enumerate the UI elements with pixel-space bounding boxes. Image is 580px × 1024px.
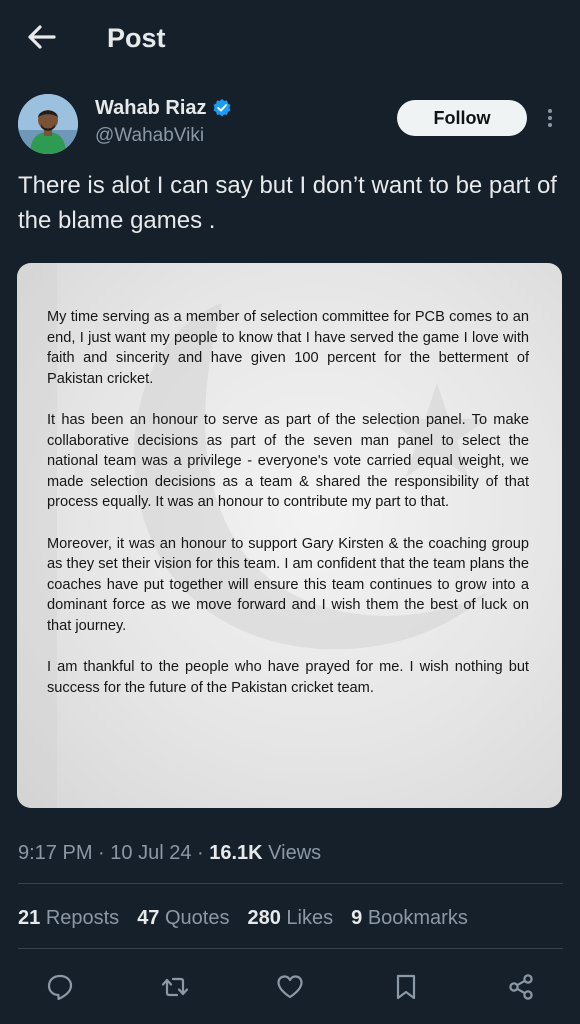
likes-stat[interactable]: 280 Likes — [247, 905, 333, 931]
meta-separator: · — [92, 842, 111, 864]
author-handle[interactable]: @WahabViki — [95, 124, 204, 148]
statement-paragraph: I am thankful to the people who have pra… — [47, 659, 529, 696]
author-header: Wahab Riaz @WahabViki Follow — [0, 90, 580, 160]
bookmarks-count: 9 — [351, 907, 363, 929]
more-vertical-icon[interactable] — [540, 106, 560, 130]
quotes-stat[interactable]: 47 Quotes — [137, 905, 229, 931]
engagement-stats: 21 Reposts 47 Quotes 280 Likes 9 Bookmar… — [18, 905, 468, 931]
statement-image[interactable]: My time serving as a member of selection… — [17, 263, 562, 808]
author-name[interactable]: Wahab Riaz — [95, 96, 207, 120]
views-count: 16.1K — [209, 842, 263, 864]
statement-text: My time serving as a member of selection… — [47, 307, 529, 719]
quotes-label: Quotes — [165, 907, 230, 929]
likes-count: 280 — [247, 907, 281, 929]
follow-button[interactable]: Follow — [397, 100, 527, 136]
reposts-count: 21 — [18, 907, 41, 929]
bookmark-icon[interactable] — [391, 972, 421, 1002]
page-title: Post — [107, 23, 166, 53]
bookmarks-stat[interactable]: 9 Bookmarks — [351, 905, 468, 931]
meta-separator: · — [191, 842, 210, 864]
repost-icon[interactable] — [160, 972, 190, 1002]
quotes-count: 47 — [137, 907, 160, 929]
share-icon[interactable] — [506, 972, 536, 1002]
reply-icon[interactable] — [45, 972, 75, 1002]
back-arrow-icon[interactable] — [24, 20, 58, 54]
reposts-label: Reposts — [45, 907, 120, 929]
statement-paragraph: Moreover, it was an honour to support Ga… — [47, 535, 529, 634]
avatar[interactable] — [18, 94, 78, 154]
post-time[interactable]: 9:17 PM — [18, 842, 92, 864]
verified-badge-icon — [212, 98, 232, 118]
top-bar: Post — [0, 0, 580, 76]
tweet-text: There is alot I can say but I don’t want… — [18, 172, 557, 234]
post-date[interactable]: 10 Jul 24 — [110, 842, 191, 864]
divider — [18, 948, 563, 949]
post-meta: 9:17 PM · 10 Jul 24 · 16.1K Views — [18, 840, 321, 866]
views-label: Views — [268, 842, 322, 864]
statement-paragraph: It has been an honour to serve as part o… — [47, 411, 529, 511]
action-bar — [0, 962, 580, 1012]
heart-icon[interactable] — [275, 972, 305, 1002]
likes-label: Likes — [286, 907, 334, 929]
divider — [18, 883, 563, 884]
statement-paragraph: My time serving as a member of selection… — [47, 309, 529, 387]
author-name-row: Wahab Riaz — [95, 96, 232, 120]
bookmarks-label: Bookmarks — [367, 907, 468, 929]
reposts-stat[interactable]: 21 Reposts — [18, 905, 119, 931]
